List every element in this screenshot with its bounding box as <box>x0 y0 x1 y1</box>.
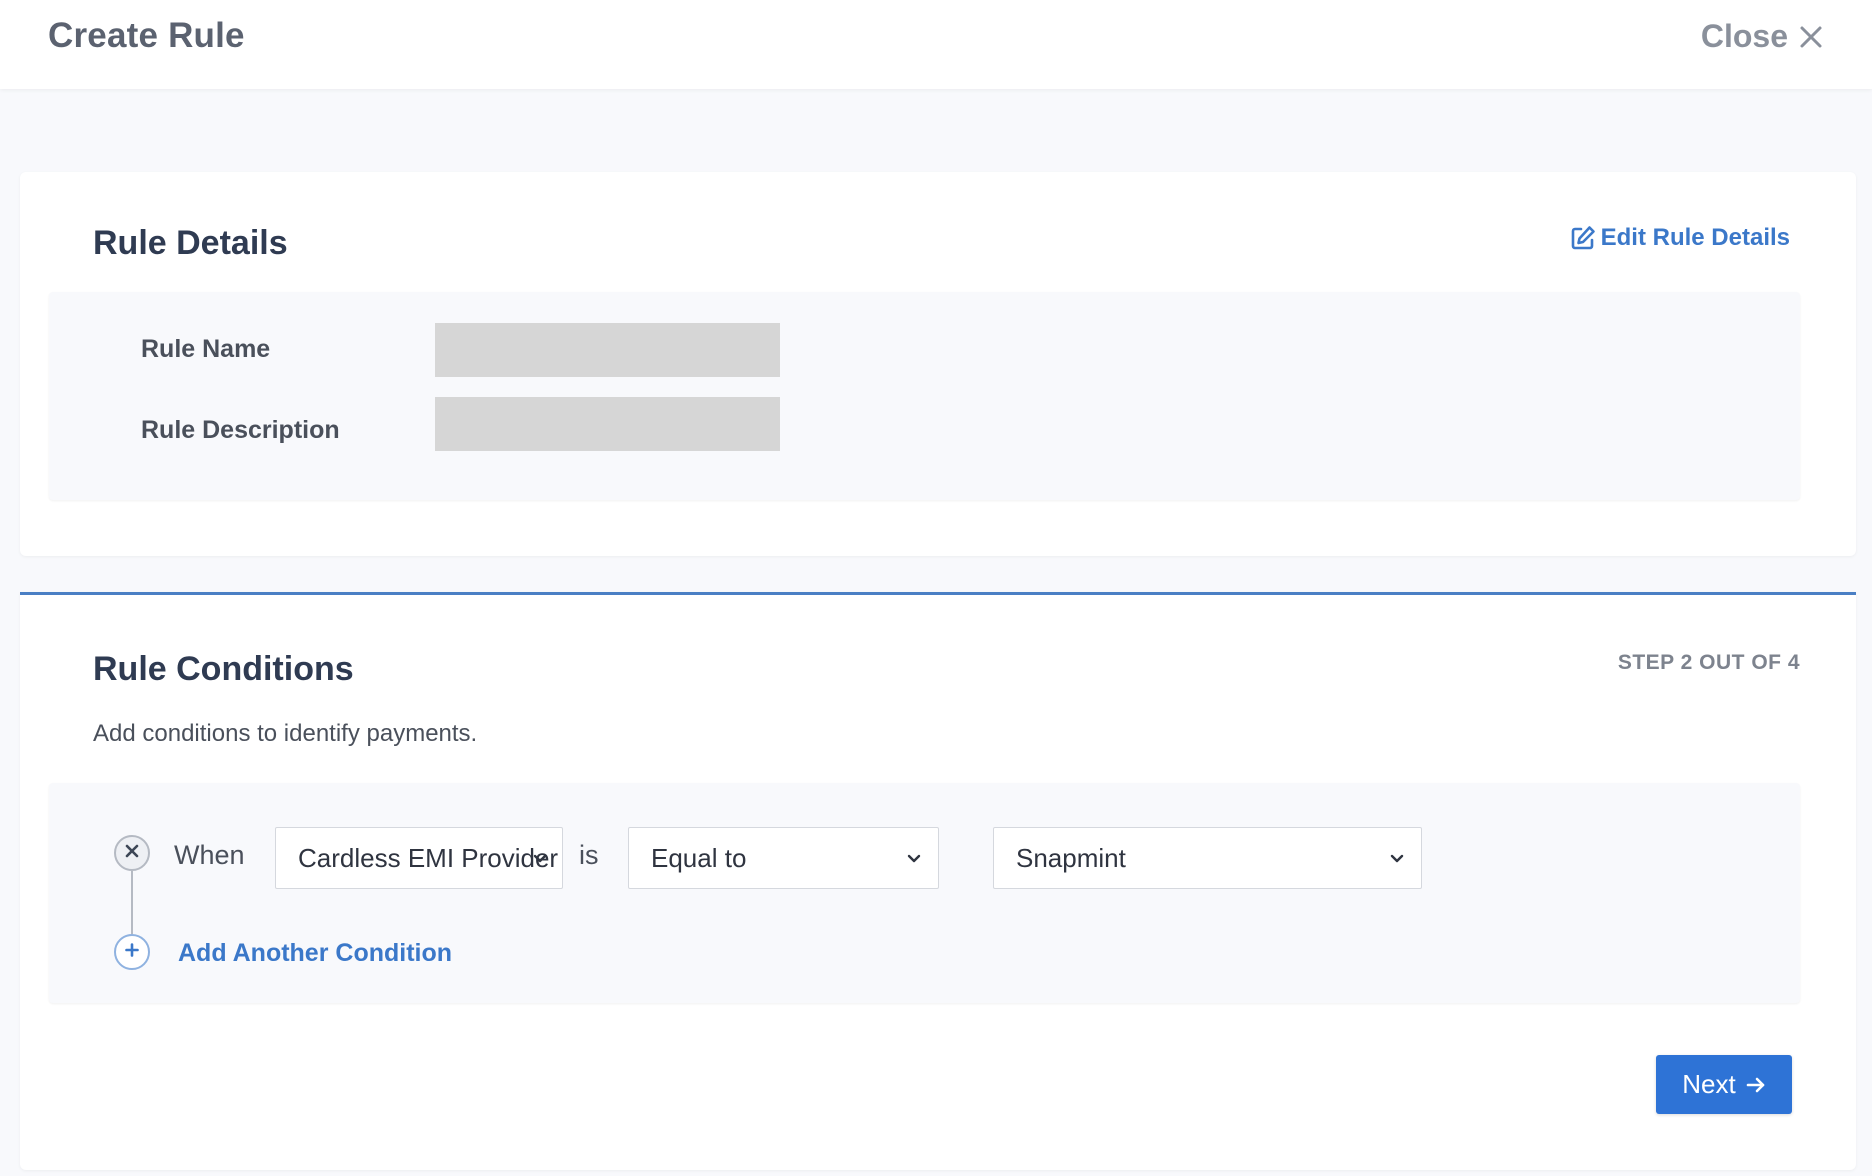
rule-name-label: Rule Name <box>141 335 271 363</box>
rule-conditions-title: Rule Conditions <box>93 650 354 688</box>
condition-field-select[interactable]: Cardless EMI Provider <box>275 827 563 889</box>
close-icon <box>1798 24 1824 50</box>
condition-operator-select[interactable]: Equal to <box>628 827 939 889</box>
condition-operator-value: Equal to <box>651 842 747 873</box>
rule-conditions-card: Rule Conditions STEP 2 OUT OF 4 Add cond… <box>20 592 1856 1170</box>
when-label: When <box>174 840 245 870</box>
chevron-down-icon <box>906 850 922 871</box>
conditions-box: When Cardless EMI Provider is Equal to S… <box>49 783 1800 1003</box>
rule-name-value-redacted <box>435 323 780 377</box>
rule-description-value-redacted <box>435 397 780 451</box>
is-label: is <box>579 840 599 870</box>
close-label: Close <box>1700 18 1788 54</box>
header-bar: Create Rule Close <box>0 0 1872 89</box>
condition-value-value: Snapmint <box>1016 842 1126 873</box>
next-button[interactable]: Next <box>1656 1055 1792 1114</box>
rule-conditions-subtitle: Add conditions to identify payments. <box>93 720 478 747</box>
condition-connector-line <box>131 871 133 934</box>
step-indicator: STEP 2 OUT OF 4 <box>1617 651 1800 674</box>
rule-description-label: Rule Description <box>141 416 340 444</box>
rule-details-title: Rule Details <box>93 224 288 262</box>
add-another-condition-link[interactable]: Add Another Condition <box>178 939 452 968</box>
plus-icon <box>125 942 139 962</box>
edit-icon <box>1569 224 1597 252</box>
rule-details-card: Rule Details Edit Rule Details Rule Name… <box>20 172 1856 556</box>
page-title: Create Rule <box>48 16 245 55</box>
chevron-down-icon <box>532 850 548 871</box>
edit-rule-details-link[interactable]: Edit Rule Details <box>1569 224 1790 252</box>
condition-field-value: Cardless EMI Provider <box>298 842 559 873</box>
arrow-right-icon <box>1746 1075 1766 1095</box>
next-label: Next <box>1682 1069 1736 1099</box>
remove-condition-button[interactable] <box>114 835 150 871</box>
edit-rule-details-label: Edit Rule Details <box>1600 224 1790 251</box>
condition-value-select[interactable]: Snapmint <box>993 827 1422 889</box>
chevron-down-icon <box>1389 850 1405 871</box>
add-condition-icon-button[interactable] <box>114 934 150 970</box>
rule-details-box: Rule Name Rule Description <box>49 292 1800 500</box>
close-button[interactable]: Close <box>1701 18 1824 55</box>
close-icon <box>125 844 139 863</box>
